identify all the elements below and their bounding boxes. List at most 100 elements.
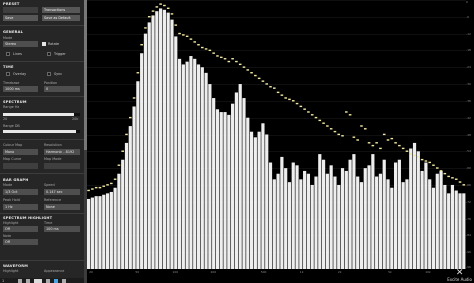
spectrum-bar xyxy=(253,137,257,269)
peak-marker xyxy=(295,102,299,105)
divider xyxy=(0,25,84,26)
peak-marker xyxy=(182,34,185,36)
peak-marker xyxy=(326,125,329,127)
peak-marker xyxy=(345,111,348,113)
spectrum-header: SPECTRUM xyxy=(3,100,27,104)
spectrum-bar xyxy=(371,154,375,269)
save-button[interactable]: Save xyxy=(3,15,38,21)
peak-marker xyxy=(204,48,208,50)
map-mode-label: Map Mode xyxy=(44,157,62,161)
mode-select[interactable]: Stereo xyxy=(3,41,38,47)
peak-marker xyxy=(163,4,166,7)
x-tick-label: 500 xyxy=(260,270,267,274)
peak-marker xyxy=(307,111,310,113)
spectrum-bar xyxy=(416,151,420,269)
speed-field[interactable]: 0.147 sec xyxy=(44,189,80,195)
highlight-label: Highlight xyxy=(3,221,19,225)
transactions-button[interactable]: Transactions xyxy=(42,7,80,13)
reference-select[interactable]: None xyxy=(44,204,80,210)
spectrum-bar xyxy=(200,67,204,269)
y-tick-label: -30 xyxy=(466,82,471,87)
trigger-checkbox[interactable] xyxy=(47,52,51,56)
spectrum-bar xyxy=(189,56,193,269)
preset-name-field[interactable] xyxy=(3,7,38,13)
peak-marker xyxy=(147,16,151,18)
peak-marker xyxy=(94,186,98,189)
spectrum-bar xyxy=(128,126,132,269)
spectrum-bar xyxy=(325,173,329,269)
peak-marker xyxy=(303,108,306,110)
spectrum-bar xyxy=(181,64,185,269)
spectrum-bar xyxy=(435,173,439,269)
spectrum-bar xyxy=(462,193,466,269)
view-icon[interactable] xyxy=(34,278,42,283)
save-default-button[interactable]: Save as Default xyxy=(42,15,80,21)
peak-marker xyxy=(246,69,250,71)
peak-marker xyxy=(386,139,390,141)
spectrum-bar xyxy=(98,196,102,269)
spectrum-bar xyxy=(299,179,303,269)
y-tick-label: -18 xyxy=(466,48,471,53)
peak-marker xyxy=(443,172,447,175)
peak-marker xyxy=(250,72,253,74)
peak-marker xyxy=(174,24,178,26)
peak-marker xyxy=(231,58,234,60)
time-field[interactable]: 100 ms xyxy=(44,226,80,232)
spectrum-bar xyxy=(196,64,201,269)
peak-marker xyxy=(451,177,454,179)
spectrum-bar xyxy=(170,19,174,269)
sync-label: Sync xyxy=(54,72,63,76)
peak-marker xyxy=(447,175,450,178)
resolution-select[interactable]: Harmonic - 8192 xyxy=(44,149,80,155)
x-tick-label: 2k xyxy=(337,270,342,274)
peak-marker xyxy=(189,38,193,40)
peak-marker xyxy=(398,144,401,147)
overlay-checkbox[interactable] xyxy=(6,72,10,76)
peak-marker xyxy=(276,91,280,94)
x-tick-label: 50 xyxy=(135,270,140,274)
peak-marker xyxy=(337,133,341,136)
peak-marker xyxy=(151,10,155,12)
active-icon[interactable] xyxy=(54,278,58,283)
note-select[interactable]: Off xyxy=(3,239,38,245)
spectrum-bar xyxy=(337,184,341,269)
spectrum-bar xyxy=(458,193,462,269)
spectrum-bar xyxy=(151,15,155,269)
peak-marker xyxy=(299,105,303,108)
bar-mode-select[interactable]: 1/3 Oct xyxy=(3,189,38,195)
spectrum-bar xyxy=(166,12,170,269)
spectrum-bar xyxy=(397,159,401,269)
lines-checkbox[interactable] xyxy=(6,52,10,56)
speed-label: Speed xyxy=(44,183,55,187)
rotate-checkbox[interactable] xyxy=(42,42,46,46)
timebase-field[interactable]: 1000 ms xyxy=(3,86,38,92)
peak-marker xyxy=(360,125,363,127)
spectrum-bar xyxy=(340,168,345,269)
peak-marker xyxy=(242,66,246,68)
settings-icon[interactable] xyxy=(62,278,66,283)
next-icon[interactable] xyxy=(26,278,30,283)
peak-marker xyxy=(128,116,132,119)
range-db-slider[interactable] xyxy=(3,130,80,133)
map-curve-field[interactable] xyxy=(3,163,38,169)
peak-marker xyxy=(125,133,128,136)
spectrum-bar xyxy=(318,154,322,269)
map-mode-field[interactable] xyxy=(44,163,80,169)
resolution-label: Resolution xyxy=(44,143,62,147)
peak-hold-field[interactable]: 1 Hz xyxy=(3,204,38,210)
spectrum-bar xyxy=(284,168,288,269)
prev-icon[interactable] xyxy=(18,278,22,283)
map-curve-label: Map Curve xyxy=(3,157,22,161)
position-field[interactable]: 0 xyxy=(44,86,80,92)
x-tick-label: 200 xyxy=(210,270,217,274)
sync-checkbox[interactable] xyxy=(47,72,51,76)
spectrum-bar xyxy=(329,165,333,269)
peak-marker xyxy=(110,182,113,185)
trigger-label: Trigger xyxy=(54,52,66,56)
peak-marker xyxy=(435,167,439,169)
range-hz-slider[interactable] xyxy=(3,113,80,116)
grid-icon[interactable] xyxy=(46,278,50,283)
colour-map-select[interactable]: Mono xyxy=(3,149,38,155)
peak-marker xyxy=(98,186,102,189)
highlight-select[interactable]: Off xyxy=(3,226,38,232)
